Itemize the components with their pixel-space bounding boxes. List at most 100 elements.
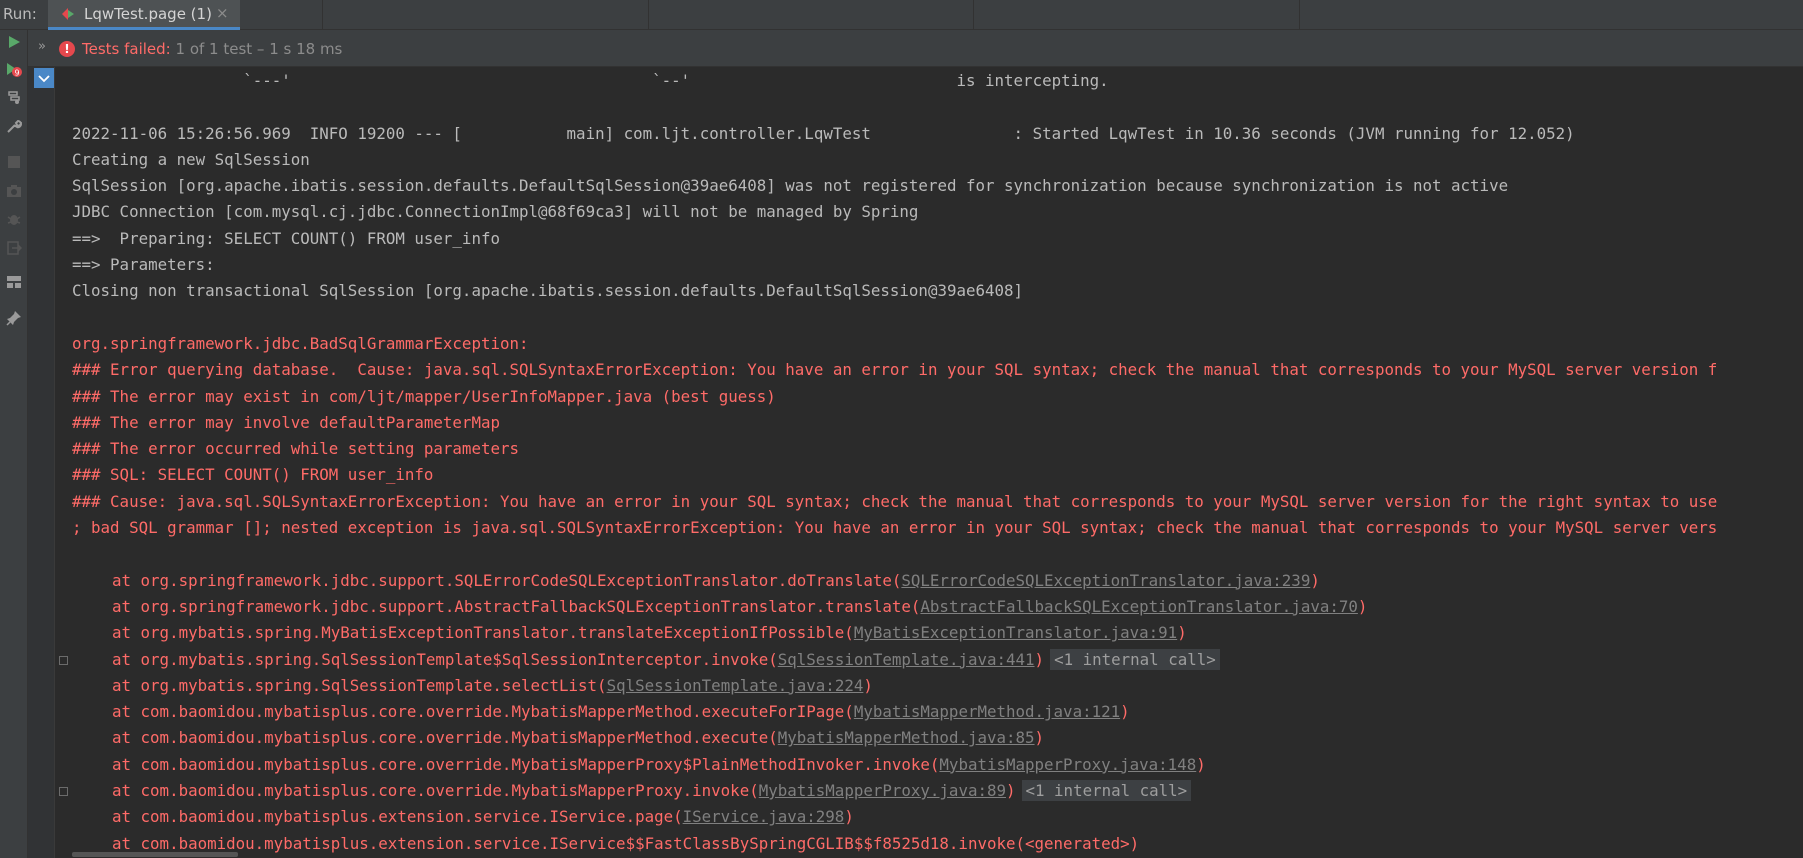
expand-folding-icon[interactable]	[59, 787, 68, 797]
stack-frame-suffix: )	[1120, 702, 1130, 722]
camera-icon	[7, 185, 21, 197]
debug-button[interactable]	[2, 207, 26, 231]
rerun-failed-button[interactable]: 9	[2, 58, 26, 82]
stack-frame-text: at org.mybatis.spring.SqlSessionTemplate…	[112, 649, 778, 669]
console-line: Creating a new SqlSession	[72, 149, 310, 169]
stack-trace-line: at org.mybatis.spring.SqlSessionTemplate…	[72, 673, 1803, 699]
console-line: `---' `--' is intercepting.	[72, 71, 1109, 90]
stack-frame-suffix: )	[844, 807, 854, 827]
expand-tree-chevron-icon[interactable]: »	[38, 39, 46, 54]
run-icon	[9, 36, 20, 48]
tab-lqwtest[interactable]: LqwTest.page (1) ×	[48, 0, 240, 30]
console-line: ### The error may exist in com/ljt/mappe…	[72, 386, 776, 406]
dump-threads-button[interactable]	[2, 179, 26, 203]
layout-icon	[7, 276, 21, 288]
test-status-text: Tests failed: 1 of 1 test – 1 s 18 ms	[82, 40, 342, 58]
expand-folding-icon[interactable]	[59, 655, 68, 665]
stack-trace-line: at com.baomidou.mybatisplus.core.overrid…	[72, 725, 1803, 751]
source-link[interactable]: SQLErrorCodeSQLExceptionTranslator.java:…	[901, 571, 1310, 590]
layout-button[interactable]	[2, 270, 26, 294]
exit-button[interactable]	[2, 236, 26, 260]
stack-frame-suffix: )	[1310, 570, 1320, 590]
wrench-icon	[7, 119, 22, 133]
stack-frame-text: at com.baomidou.mybatisplus.core.overrid…	[112, 754, 940, 774]
stack-frame-suffix: )	[1357, 596, 1368, 616]
console-line: ### The error may involve defaultParamet…	[72, 412, 500, 432]
run-side-toolbar: 9	[0, 30, 28, 858]
toggle-tree-icon	[8, 91, 20, 104]
console-line: SqlSession [org.apache.ibatis.session.de…	[72, 176, 1509, 196]
internal-call-folding[interactable]: <1 internal call>	[1021, 780, 1192, 802]
stack-frame-text: at org.mybatis.spring.MyBatisExceptionTr…	[112, 623, 854, 643]
tab-divider	[648, 0, 649, 30]
stack-frame-text: at com.baomidou.mybatisplus.extension.se…	[112, 807, 683, 827]
run-label: Run:	[3, 5, 37, 23]
stack-trace-line: at com.baomidou.mybatisplus.core.overrid…	[72, 699, 1803, 725]
source-link[interactable]: MybatisMapperProxy.java:148	[939, 755, 1196, 774]
console-line: org.springframework.jdbc.BadSqlGrammarEx…	[72, 333, 539, 353]
console-output[interactable]: `---' `--' is intercepting. 2022-11-06 15…	[72, 68, 1803, 858]
stack-frame-text: at com.baomidou.mybatisplus.core.overrid…	[112, 781, 759, 801]
console-line: JDBC Connection [com.mysql.cj.jdbc.Conne…	[72, 202, 919, 222]
tab-label: LqwTest.page (1)	[84, 5, 212, 23]
stack-frame-text: at com.baomidou.mybatisplus.core.overrid…	[112, 702, 854, 722]
error-icon: !	[59, 41, 75, 57]
tab-divider	[322, 0, 323, 30]
pin-icon	[6, 311, 21, 326]
stack-trace-line: at com.baomidou.mybatisplus.extension.se…	[72, 831, 1803, 857]
stack-trace-line: at org.mybatis.spring.MyBatisExceptionTr…	[72, 620, 1803, 646]
source-link[interactable]: MybatisMapperMethod.java:121	[854, 702, 1120, 721]
stack-frame-suffix: )	[1006, 781, 1016, 801]
console-line: Closing non transactional SqlSession [or…	[72, 281, 1024, 301]
test-config-icon	[61, 6, 75, 20]
stack-frame-text: at com.baomidou.mybatisplus.core.overrid…	[112, 728, 778, 748]
source-link[interactable]: MyBatisExceptionTranslator.java:91	[854, 623, 1177, 642]
stack-frame-text: at org.springframework.jdbc.support.Abst…	[112, 596, 921, 616]
stack-trace-line: at org.springframework.jdbc.support.Abst…	[72, 594, 1803, 620]
stop-icon	[8, 156, 20, 168]
source-link[interactable]: SqlSessionTemplate.java:441	[778, 650, 1035, 669]
chevron-down-icon	[38, 75, 50, 83]
run-button[interactable]	[2, 30, 26, 54]
run-toolbar: Run: LqwTest.page (1) ×	[0, 0, 1803, 30]
console-line: ### The error occurred while setting par…	[72, 439, 519, 459]
console-line: ==> Preparing: SELECT COUNT() FROM user_…	[72, 228, 500, 248]
console-line: ; bad SQL grammar []; nested exception i…	[72, 518, 1718, 538]
source-link[interactable]: MybatisMapperMethod.java:85	[778, 728, 1035, 747]
console-line: ==> Parameters:	[72, 255, 225, 275]
stack-frame-suffix: )	[1196, 754, 1206, 774]
stack-frame-text: at org.mybatis.spring.SqlSessionTemplate…	[112, 675, 607, 695]
source-link[interactable]: AbstractFallbackSQLExceptionTranslator.j…	[920, 597, 1357, 616]
stack-trace-line: at org.mybatis.spring.SqlSessionTemplate…	[72, 647, 1803, 673]
stack-trace-line: at com.baomidou.mybatisplus.core.overrid…	[72, 752, 1803, 778]
status-failed-label: Tests failed:	[82, 40, 171, 58]
stack-trace-line: at org.springframework.jdbc.support.SQLE…	[72, 568, 1803, 594]
console-line: ### Cause: java.sql.SQLSyntaxErrorExcept…	[72, 491, 1718, 511]
rerun-failed-icon: 9	[7, 63, 22, 78]
horizontal-scrollbar[interactable]	[72, 852, 238, 857]
status-detail: 1 of 1 test – 1 s 18 ms	[170, 40, 343, 58]
stack-frame-text: at com.baomidou.mybatisplus.extension.se…	[112, 833, 1140, 853]
toggle-auto-test-button[interactable]	[2, 85, 26, 109]
tab-divider	[973, 0, 974, 30]
stack-frame-suffix: )	[863, 675, 873, 695]
collapse-tree-button[interactable]	[34, 68, 54, 88]
source-link[interactable]: MybatisMapperProxy.java:89	[759, 781, 1006, 800]
bug-icon	[7, 215, 21, 225]
stack-trace-line: at com.baomidou.mybatisplus.core.overrid…	[72, 778, 1803, 804]
settings-button[interactable]	[2, 114, 26, 138]
source-link[interactable]: IService.java:298	[683, 807, 845, 826]
stack-frame-suffix: )	[1177, 623, 1187, 643]
internal-call-folding[interactable]: <1 internal call>	[1050, 648, 1220, 670]
stack-frame-suffix: )	[1034, 728, 1045, 748]
close-icon[interactable]: ×	[216, 4, 229, 22]
tab-divider	[1299, 0, 1300, 30]
source-link[interactable]: SqlSessionTemplate.java:224	[607, 676, 864, 695]
console-line: ### Error querying database. Cause: java…	[72, 360, 1718, 380]
stop-button[interactable]	[2, 150, 26, 174]
test-status-bar: » ! Tests failed: 1 of 1 test – 1 s 18 m…	[28, 30, 1803, 67]
stack-frame-suffix: )	[1034, 649, 1045, 669]
pin-tab-button[interactable]	[2, 306, 26, 330]
